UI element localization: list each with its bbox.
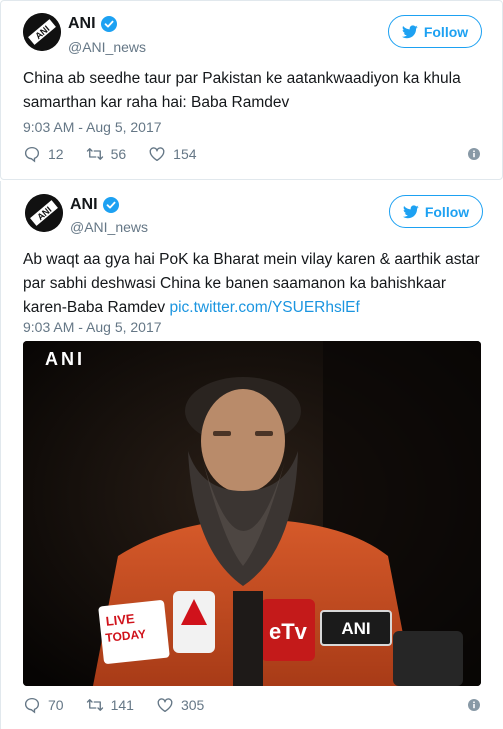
tweet-card[interactable]: ANI ANI @ANI_news Follow China ab seedhe…	[0, 0, 503, 180]
retweet-icon	[86, 148, 103, 160]
like-count: 305	[180, 697, 205, 713]
tweet-video-still[interactable]: LIVE TODAY eTv ANI ANI	[23, 341, 481, 686]
reply-icon	[24, 697, 40, 714]
svg-text:LIVE: LIVE	[105, 611, 136, 629]
svg-text:ANI: ANI	[341, 619, 370, 638]
follow-button[interactable]: Follow	[389, 195, 483, 228]
heart-icon	[149, 147, 165, 162]
follow-button[interactable]: Follow	[388, 15, 482, 48]
author-name[interactable]: ANI	[70, 196, 98, 214]
tweet-timestamp[interactable]: 9:03 AM - Aug 5, 2017	[23, 319, 162, 335]
twitter-bird-icon	[401, 24, 418, 38]
pic-link[interactable]: pic.twitter.com/YSUERhslEf	[169, 299, 359, 316]
reply-button[interactable]: 12	[23, 145, 64, 163]
author-handle[interactable]: @ANI_news	[70, 219, 148, 235]
retweet-button[interactable]: 56	[86, 145, 127, 163]
retweet-button[interactable]: 141	[86, 696, 134, 714]
like-count: 154	[173, 146, 197, 162]
svg-text:ANI: ANI	[45, 349, 85, 369]
like-button[interactable]: 305	[156, 696, 204, 714]
retweet-icon	[86, 699, 103, 711]
info-icon[interactable]	[468, 148, 480, 160]
reply-button[interactable]: 70	[23, 696, 64, 714]
info-icon[interactable]	[468, 699, 480, 711]
ani-avatar[interactable]: ANI	[25, 194, 63, 232]
tweet-text: Ab waqt aa gya hai PoK ka Bharat mein vi…	[23, 248, 483, 320]
svg-text:eTv: eTv	[269, 619, 308, 644]
like-button[interactable]: 154	[148, 145, 197, 163]
reply-count: 12	[48, 146, 64, 162]
ani-avatar[interactable]: ANI	[23, 13, 61, 51]
reply-icon	[24, 146, 40, 163]
heart-icon	[157, 698, 173, 713]
retweet-count: 141	[110, 697, 134, 713]
author-handle[interactable]: @ANI_news	[68, 39, 146, 55]
author-name[interactable]: ANI	[68, 15, 96, 33]
tweet-timestamp[interactable]: 9:03 AM - Aug 5, 2017	[23, 119, 162, 135]
retweet-count: 56	[110, 146, 127, 162]
reply-count: 70	[48, 697, 64, 713]
follow-label: Follow	[424, 203, 470, 220]
follow-label: Follow	[423, 23, 469, 40]
tweet-card[interactable]: ANI ANI @ANI_news Follow Ab waqt aa gya …	[0, 181, 503, 729]
verified-badge-icon	[102, 197, 119, 213]
twitter-bird-icon	[402, 204, 419, 218]
verified-badge-icon	[100, 16, 117, 32]
tweet-text: China ab seedhe taur par Pakistan ke aat…	[23, 70, 461, 111]
